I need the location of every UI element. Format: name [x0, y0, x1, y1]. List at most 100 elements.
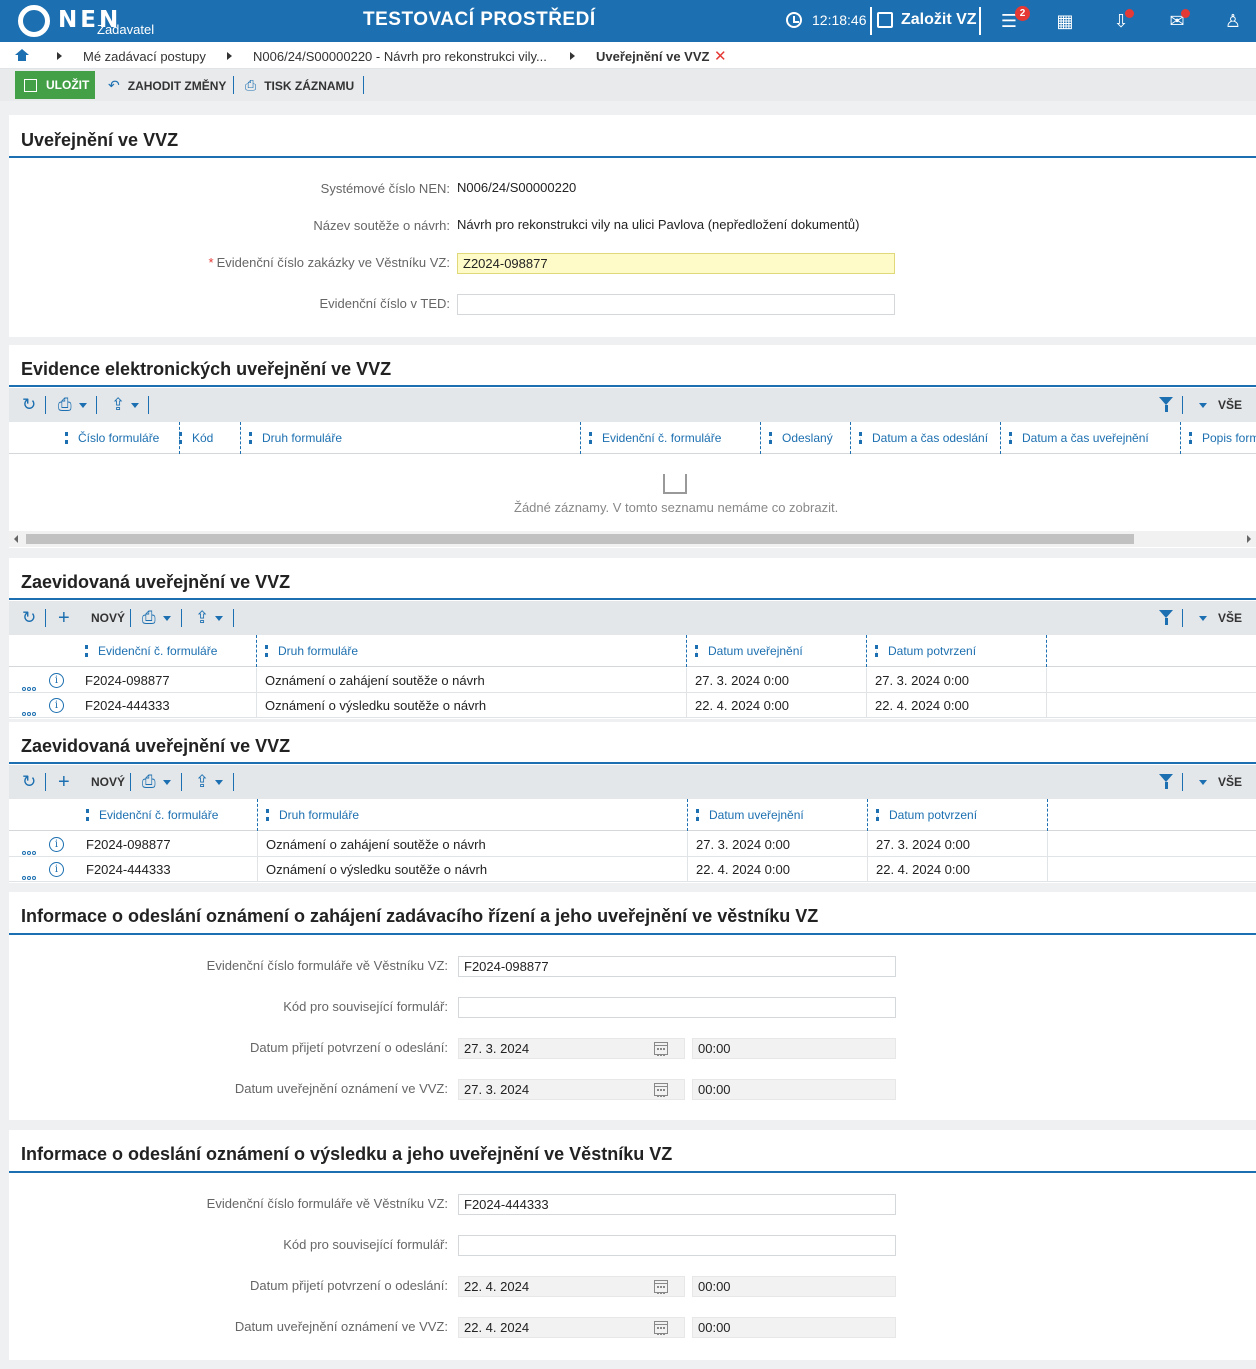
print-options-icon[interactable]: ⎙	[58, 395, 72, 415]
column-header-form-type[interactable]: Druh formuláře	[266, 799, 359, 831]
column-header-sent[interactable]: Odeslaný	[769, 422, 833, 454]
related-code-input[interactable]	[458, 997, 896, 1018]
create-vz-button[interactable]: Založit VZ	[877, 11, 977, 29]
column-menu-icon[interactable]	[249, 432, 252, 444]
refresh-icon[interactable]: ↻	[22, 395, 36, 415]
ted-number-input[interactable]	[457, 294, 895, 315]
scroll-right-icon[interactable]	[1247, 535, 1251, 543]
discard-changes-button[interactable]: ↶ ZAHODIT ZMĚNY	[108, 77, 226, 94]
column-header-registration-number[interactable]: Evidenční č. formuláře	[589, 422, 721, 454]
chevron-down-icon[interactable]	[1199, 403, 1207, 408]
column-header-confirmed-date[interactable]: Datum potvrzení	[876, 799, 977, 831]
info-icon[interactable]: i	[49, 698, 64, 713]
refresh-icon[interactable]: ↻	[22, 772, 36, 792]
chevron-down-icon[interactable]	[215, 616, 223, 621]
filter-all-label[interactable]: VŠE	[1218, 775, 1242, 789]
filter-all-label[interactable]: VŠE	[1218, 611, 1242, 625]
column-header-registration-number[interactable]: Evidenční č. formuláře	[86, 799, 218, 831]
column-header-form-type[interactable]: Druh formuláře	[265, 635, 358, 667]
refresh-icon[interactable]: ↻	[22, 608, 36, 628]
column-menu-icon[interactable]	[859, 432, 862, 444]
info-icon[interactable]: i	[49, 673, 64, 688]
table-row[interactable]: i F2024-444333 Oznámení o výsledku soutě…	[9, 857, 1256, 882]
confirm-time-input[interactable]: 00:00	[692, 1038, 896, 1059]
column-menu-icon[interactable]	[875, 645, 878, 657]
column-header-published-date[interactable]: Datum uveřejnění	[696, 799, 804, 831]
chevron-down-icon[interactable]	[1199, 780, 1207, 785]
chevron-down-icon[interactable]	[79, 403, 87, 408]
row-actions-icon[interactable]	[22, 868, 38, 880]
chevron-down-icon[interactable]	[215, 780, 223, 785]
filter-all-label[interactable]: VŠE	[1218, 398, 1242, 412]
column-header-form-type[interactable]: Druh formuláře	[249, 422, 342, 454]
plus-icon[interactable]: +	[58, 772, 70, 792]
column-menu-icon[interactable]	[265, 645, 268, 657]
publish-date-input[interactable]: 22. 4. 2024	[458, 1317, 685, 1338]
column-header-published-date[interactable]: Datum uveřejnění	[695, 635, 803, 667]
chevron-down-icon[interactable]	[1199, 616, 1207, 621]
column-menu-icon[interactable]	[589, 432, 592, 444]
export-icon[interactable]: ⇪	[195, 608, 209, 628]
calendar-icon[interactable]	[654, 1083, 668, 1097]
export-icon[interactable]: ⇪	[111, 395, 125, 415]
row-actions-icon[interactable]	[22, 843, 38, 855]
info-icon[interactable]: i	[49, 837, 64, 852]
print-options-icon[interactable]: ⎙	[142, 608, 156, 628]
form-number-input[interactable]: F2024-444333	[458, 1194, 896, 1215]
new-record-button[interactable]: NOVÝ	[91, 775, 125, 789]
column-header-confirmed-date[interactable]: Datum potvrzení	[875, 635, 976, 667]
publish-date-input[interactable]: 27. 3. 2024	[458, 1079, 685, 1100]
user-icon[interactable]: ♙	[1223, 11, 1243, 31]
publish-time-input[interactable]: 00:00	[692, 1079, 896, 1100]
column-menu-icon[interactable]	[696, 809, 699, 821]
column-menu-icon[interactable]	[769, 432, 772, 444]
column-menu-icon[interactable]	[876, 809, 879, 821]
filter-icon[interactable]	[1159, 610, 1174, 626]
vvz-number-input[interactable]: Z2024-098877	[457, 253, 895, 274]
chevron-down-icon[interactable]	[163, 780, 171, 785]
scroll-left-icon[interactable]	[14, 535, 18, 543]
horizontal-scrollbar[interactable]	[9, 531, 1256, 547]
table-row[interactable]: i F2024-444333 Oznámení o výsledku soutě…	[9, 693, 1256, 718]
row-actions-icon[interactable]	[22, 679, 38, 691]
chevron-down-icon[interactable]	[131, 403, 139, 408]
plus-icon[interactable]: +	[58, 608, 70, 628]
print-options-icon[interactable]: ⎙	[142, 772, 156, 792]
chevron-down-icon[interactable]	[163, 616, 171, 621]
column-header-form-description[interactable]: Popis formuláře	[1189, 422, 1256, 454]
scrollbar-thumb[interactable]	[26, 534, 1134, 544]
confirm-date-input[interactable]: 27. 3. 2024	[458, 1038, 685, 1059]
filter-icon[interactable]	[1159, 774, 1174, 790]
column-menu-icon[interactable]	[695, 645, 698, 657]
row-actions-icon[interactable]	[22, 704, 38, 716]
column-header-code[interactable]: Kód	[179, 422, 213, 454]
table-row[interactable]: i F2024-098877 Oznámení o zahájení soutě…	[9, 668, 1256, 693]
column-header-registration-number[interactable]: Evidenční č. formuláře	[85, 635, 217, 667]
form-number-input[interactable]: F2024-098877	[458, 956, 896, 977]
column-header-form-number[interactable]: Číslo formuláře	[65, 422, 159, 454]
new-record-button[interactable]: NOVÝ	[91, 611, 125, 625]
column-header-sent-datetime[interactable]: Datum a čas odeslání	[859, 422, 988, 454]
column-menu-icon[interactable]	[1189, 432, 1192, 444]
calendar-icon[interactable]	[654, 1321, 668, 1335]
column-menu-icon[interactable]	[266, 809, 269, 821]
info-icon[interactable]: i	[49, 862, 64, 877]
filter-icon[interactable]	[1159, 397, 1174, 413]
table-row[interactable]: i F2024-098877 Oznámení o zahájení soutě…	[9, 832, 1256, 857]
breadcrumb-item-procedures[interactable]: Mé zadávací postupy	[83, 49, 206, 64]
save-button[interactable]: ULOŽIT	[15, 71, 95, 99]
breadcrumb-item-procedure[interactable]: N006/24/S00000220 - Návrh pro rekonstruk…	[253, 49, 547, 64]
print-record-button[interactable]: ⎙ TISK ZÁZNAMU	[245, 77, 354, 94]
column-menu-icon[interactable]	[1009, 432, 1012, 444]
export-icon[interactable]: ⇪	[195, 772, 209, 792]
column-header-published-datetime[interactable]: Datum a čas uveřejnění	[1009, 422, 1149, 454]
confirm-date-input[interactable]: 22. 4. 2024	[458, 1276, 685, 1297]
calculator-icon[interactable]: ▦	[1055, 11, 1075, 31]
home-icon[interactable]	[15, 49, 29, 62]
column-menu-icon[interactable]	[65, 432, 68, 444]
calendar-icon[interactable]	[654, 1280, 668, 1294]
column-menu-icon[interactable]	[86, 809, 89, 821]
publish-time-input[interactable]: 00:00	[692, 1317, 896, 1338]
confirm-time-input[interactable]: 00:00	[692, 1276, 896, 1297]
related-code-input[interactable]	[458, 1235, 896, 1256]
